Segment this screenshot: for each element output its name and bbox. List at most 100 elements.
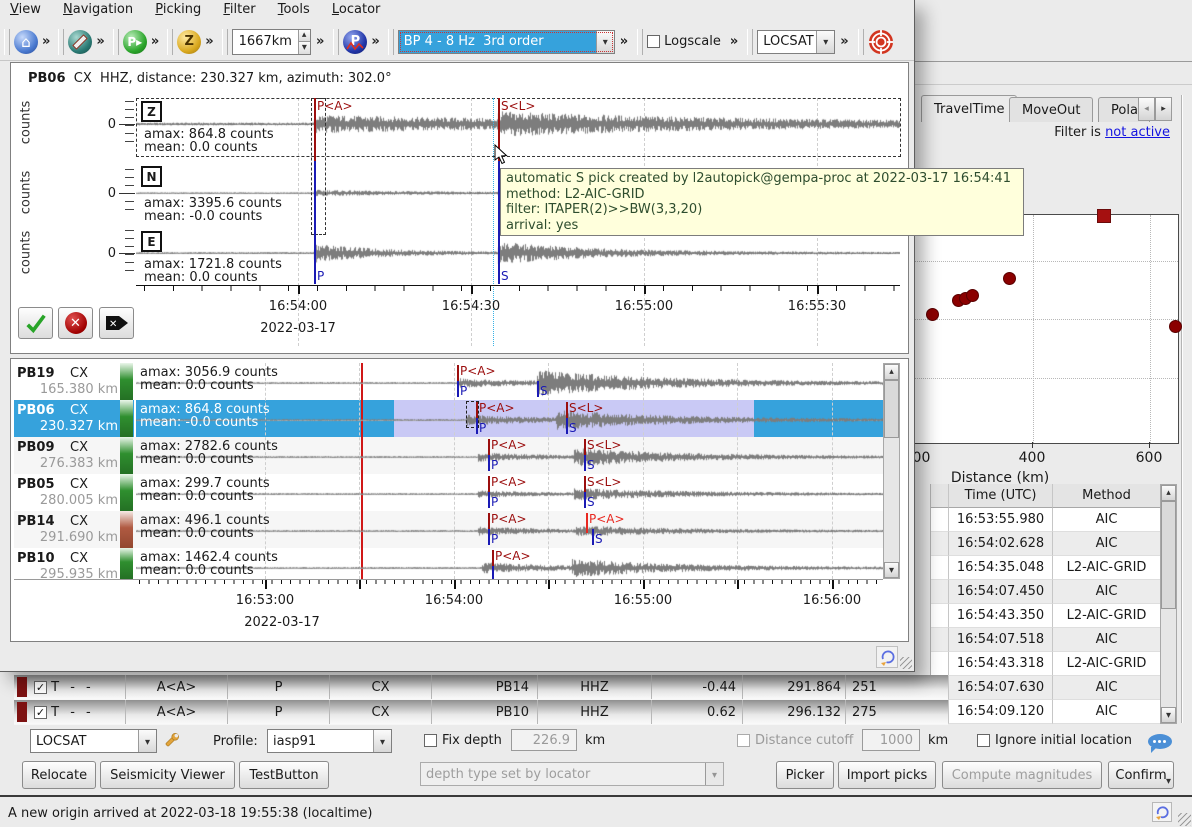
table-row[interactable]: 16:54:07.518AIC: [931, 628, 1161, 652]
toolbar-handle[interactable]: [113, 29, 119, 55]
toolbar-handle[interactable]: [637, 29, 643, 55]
tab-scroll-right-button[interactable]: ▸: [1155, 97, 1172, 121]
toolbar-overflow-icon[interactable]: [730, 34, 738, 49]
toolbar-overflow-icon[interactable]: [371, 34, 379, 49]
toolbar-overflow-icon[interactable]: [316, 34, 324, 49]
row-s-pick[interactable]: [586, 513, 588, 533]
row-p-arrival[interactable]: [492, 566, 494, 579]
table-row[interactable]: 16:54:02.628AIC: [931, 532, 1161, 556]
table-row[interactable]: 16:54:43.350L2-AIC-GRID: [931, 604, 1161, 628]
toolbar-overflow-icon[interactable]: [96, 34, 104, 49]
import-picks-button[interactable]: Import picks: [838, 761, 936, 789]
row-station-code[interactable]: PB06: [17, 403, 55, 418]
menu-view[interactable]: View: [10, 2, 41, 17]
scroll-down-icon[interactable]: [884, 562, 899, 578]
row-s-arrival[interactable]: [584, 492, 586, 508]
table-row[interactable]: 16:54:07.630AIC: [931, 676, 1161, 700]
toolbar-handle[interactable]: [4, 29, 10, 55]
p-phase-icon[interactable]: P▸: [123, 30, 147, 54]
row-s-arrival[interactable]: [592, 529, 594, 545]
fix-depth-checkbox[interactable]: [424, 734, 437, 747]
toolbar-handle[interactable]: [58, 29, 64, 55]
channel-box-n[interactable]: N: [141, 166, 162, 187]
menu-tools[interactable]: Tools: [278, 2, 310, 17]
row-station-code[interactable]: PB19: [17, 366, 55, 381]
row-p-arrival[interactable]: [488, 529, 490, 545]
toolbar-handle[interactable]: [333, 29, 339, 55]
table-row[interactable]: 16:54:35.048L2-AIC-GRID: [931, 556, 1161, 580]
row-p-arrival[interactable]: [488, 492, 490, 508]
resize-grip[interactable]: [1178, 813, 1191, 826]
accept-pick-button[interactable]: [18, 307, 53, 339]
row-station-code[interactable]: PB05: [17, 477, 55, 492]
picker-button[interactable]: Picker: [776, 761, 834, 789]
filter-select[interactable]: BP 4 - 8 Hz 3rd order: [398, 30, 615, 54]
seismicity-viewer-button[interactable]: Seismicity Viewer: [100, 761, 235, 789]
list-scrollbar[interactable]: [883, 363, 900, 579]
tab-traveltime[interactable]: TravelTime: [921, 95, 1017, 122]
compute-magnitudes-button[interactable]: Compute magnitudes: [942, 761, 1102, 789]
filter-not-active-link[interactable]: not active: [1105, 125, 1170, 140]
table-row[interactable]: 16:53:55.980AIC: [931, 508, 1161, 532]
component-z-icon[interactable]: Z: [177, 30, 201, 54]
toolbar-overflow-icon[interactable]: [151, 34, 159, 49]
profile-select[interactable]: iasp91: [267, 729, 392, 753]
residual-point[interactable]: [926, 308, 939, 321]
menu-picking[interactable]: Picking: [155, 2, 201, 17]
ignore-initial-location-checkbox[interactable]: [977, 734, 990, 747]
measure-tool-icon[interactable]: [68, 30, 92, 54]
channel-box-z[interactable]: Z: [141, 101, 162, 122]
table-row[interactable]: 16:54:43.318L2-AIC-GRID: [931, 652, 1161, 676]
residual-point[interactable]: [1169, 320, 1182, 333]
table-scrollbar[interactable]: [1160, 484, 1177, 724]
spin-up-icon[interactable]: [299, 30, 310, 42]
relocate-button[interactable]: Relocate: [22, 761, 96, 789]
confirm-button[interactable]: Confirm: [1108, 761, 1174, 789]
origin-update-icon[interactable]: [1152, 802, 1172, 822]
home-icon[interactable]: ⌂: [14, 30, 38, 54]
arrivals-table[interactable]: Time (UTC) Method 16:53:55.980AIC 16:54:…: [930, 484, 1161, 724]
distance-spinbox[interactable]: 1667km: [232, 29, 311, 55]
table-row[interactable]: 16:54:07.450AIC: [931, 580, 1161, 604]
traveltime-residual-plot[interactable]: [870, 214, 1179, 444]
test-button[interactable]: TestButton: [239, 761, 329, 789]
toolbar-handle[interactable]: [167, 29, 173, 55]
p-pick-line[interactable]: [314, 98, 316, 161]
row-s-arrival[interactable]: [537, 381, 539, 397]
tab-moveout[interactable]: MoveOut: [1009, 97, 1093, 122]
row-s-arrival[interactable]: [584, 455, 586, 471]
station-square-marker[interactable]: [1097, 209, 1111, 223]
reject-pick-button[interactable]: ✕: [58, 307, 93, 339]
toolbar-handle[interactable]: [858, 29, 864, 55]
row-p-arrival[interactable]: [457, 381, 459, 397]
channel-box-e[interactable]: E: [141, 231, 162, 252]
use-checkbox[interactable]: [34, 681, 47, 694]
toolbar-overflow-icon[interactable]: [620, 34, 628, 49]
menu-locator[interactable]: Locator: [332, 2, 380, 17]
depth-type-select[interactable]: depth type set by locator: [420, 762, 724, 786]
locator-select[interactable]: LOCSAT: [30, 729, 157, 753]
row-station-code[interactable]: PB09: [17, 440, 55, 455]
remove-pick-button[interactable]: ✕: [99, 307, 134, 339]
cutoff-field[interactable]: 1000: [862, 729, 920, 751]
arrival-row-pb10[interactable]: T - - A<A> P CX PB10 HHZ 0.62 296.132 27…: [14, 700, 948, 725]
row-station-code[interactable]: PB14: [17, 514, 55, 529]
use-checkbox[interactable]: [34, 706, 47, 719]
wrench-icon[interactable]: [161, 731, 181, 751]
residual-point[interactable]: [966, 289, 979, 302]
table-row[interactable]: 16:54:09.120AIC: [931, 700, 1161, 724]
spin-down-icon[interactable]: [299, 41, 310, 54]
table-scrollbar-thumb[interactable]: [1161, 501, 1176, 609]
comment-bubble-icon[interactable]: [1148, 734, 1172, 749]
refresh-icon[interactable]: [876, 646, 898, 668]
toolbar-locator-select[interactable]: LOCSAT: [757, 30, 835, 54]
toolbar-overflow-icon[interactable]: [205, 34, 213, 49]
toolbar-overflow-icon[interactable]: [42, 34, 50, 49]
header-time[interactable]: Time (UTC): [949, 484, 1053, 508]
menu-filter[interactable]: Filter: [223, 2, 255, 17]
logscale-checkbox[interactable]: [647, 35, 660, 48]
p-picker-icon[interactable]: P: [343, 30, 367, 54]
distance-cutoff-checkbox[interactable]: [737, 734, 750, 747]
row-station-code[interactable]: PB10: [17, 551, 55, 566]
row-s-arrival[interactable]: [566, 418, 568, 434]
